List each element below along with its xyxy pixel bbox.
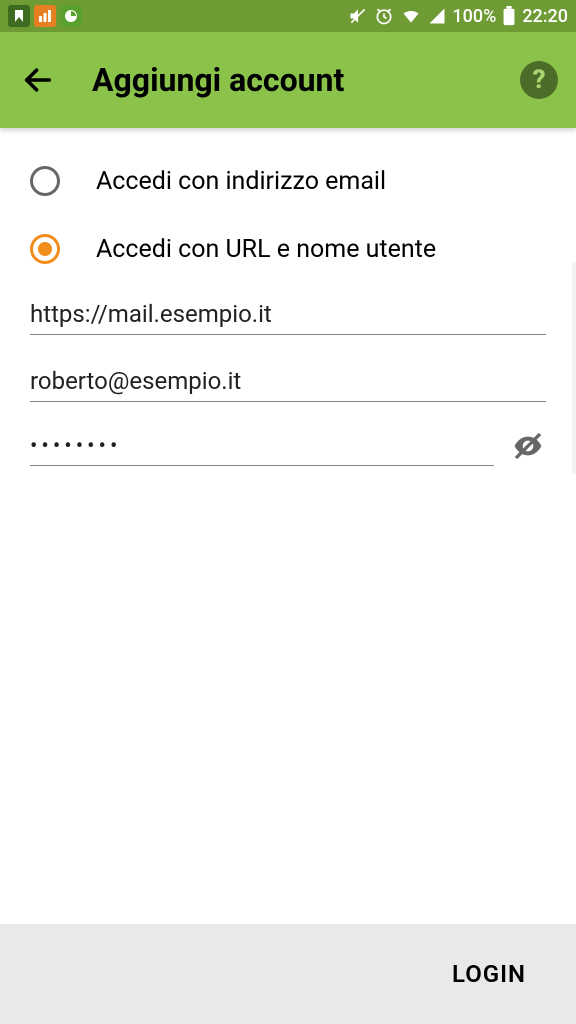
signal-icon [428, 7, 446, 25]
radio-dot-icon [38, 242, 52, 256]
notif-icon-1 [8, 5, 30, 27]
arrow-left-icon [21, 63, 55, 97]
app-bar: Aggiungi account ? [0, 32, 576, 128]
login-button[interactable]: LOGIN [452, 960, 526, 988]
scroll-indicator [572, 262, 576, 474]
username-input[interactable] [30, 359, 546, 402]
wifi-icon [400, 6, 422, 26]
toggle-password-visibility[interactable] [510, 428, 546, 464]
mute-icon [348, 6, 368, 26]
notif-icon-2 [34, 5, 56, 27]
option-url-label: Accedi con URL e nome utente [96, 235, 436, 264]
alarm-icon [374, 6, 394, 26]
battery-text: 100% [452, 6, 496, 27]
status-bar: 100% 22:20 [0, 0, 576, 32]
option-email-label: Accedi con indirizzo email [96, 167, 386, 196]
option-url[interactable]: Accedi con URL e nome utente [30, 224, 546, 292]
help-icon: ? [532, 65, 545, 95]
option-email[interactable]: Accedi con indirizzo email [30, 156, 546, 224]
url-input[interactable] [30, 292, 546, 335]
battery-icon [502, 6, 516, 26]
status-time: 22:20 [522, 6, 568, 27]
bottom-bar: LOGIN [0, 924, 576, 1024]
eye-off-icon [512, 430, 544, 462]
help-button[interactable]: ? [520, 61, 558, 99]
radio-email[interactable] [30, 166, 60, 196]
status-bar-notif-icons [8, 5, 82, 27]
radio-url[interactable] [30, 234, 60, 264]
back-button[interactable] [18, 60, 58, 100]
content-area: Accedi con indirizzo email Accedi con UR… [0, 128, 576, 466]
notif-icon-3 [60, 5, 82, 27]
password-input[interactable] [30, 426, 494, 466]
page-title: Aggiungi account [92, 61, 520, 99]
